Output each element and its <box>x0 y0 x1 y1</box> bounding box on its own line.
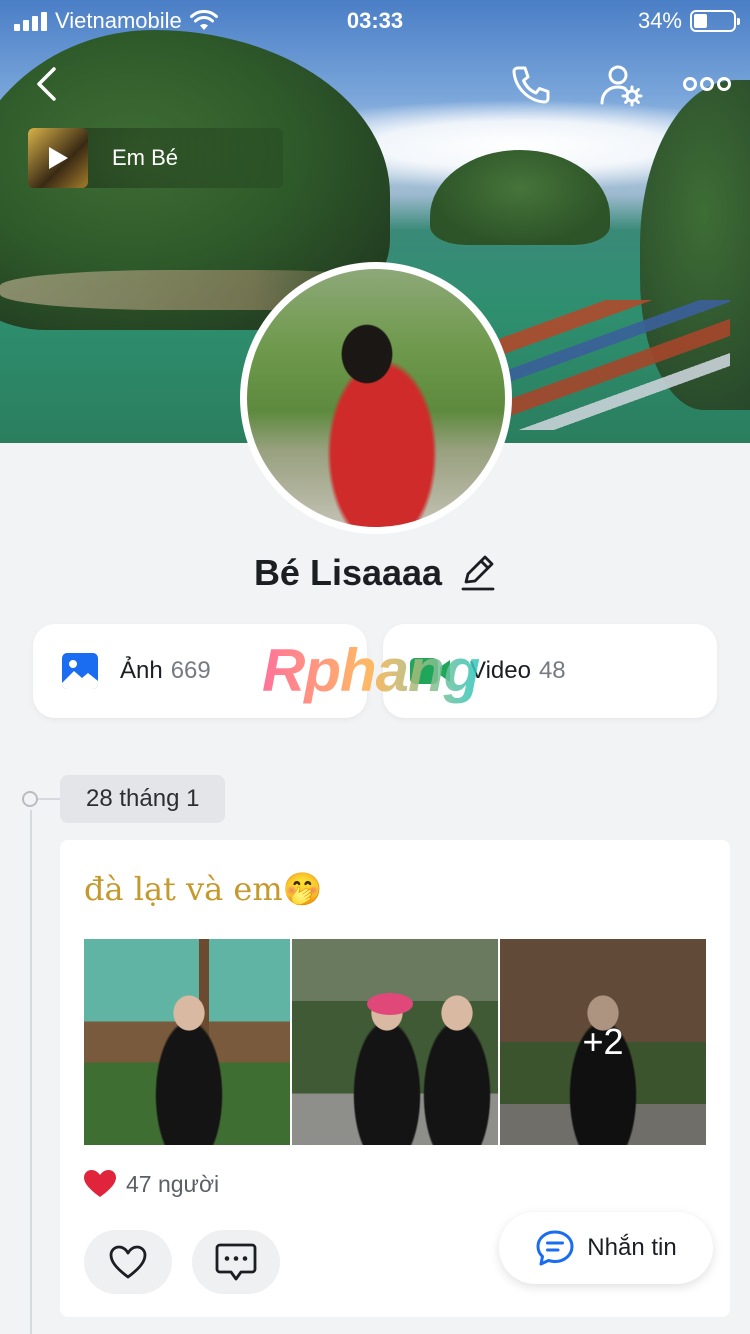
back-button[interactable] <box>24 62 68 106</box>
timeline-line <box>30 810 32 1334</box>
post-photo-3[interactable]: +2 <box>500 939 706 1145</box>
cover-cliff-middle <box>430 150 610 245</box>
play-icon <box>49 147 68 169</box>
photo-subject <box>352 995 422 1145</box>
photo-subject <box>154 995 224 1145</box>
cover-boats <box>500 300 730 430</box>
profile-name: Bé Lisaaaa <box>253 552 443 593</box>
timeline-dot <box>22 791 38 807</box>
post-photo-1[interactable] <box>84 939 290 1145</box>
battery-icon <box>690 10 740 32</box>
photos-label: Ảnh <box>120 657 163 684</box>
heart-icon <box>84 1170 116 1197</box>
phone-icon <box>512 66 550 104</box>
post-photo-grid: +2 <box>84 939 706 1145</box>
more-photos-overlay: +2 <box>500 939 706 1145</box>
avatar-photo <box>247 269 505 527</box>
more-options-button[interactable] <box>680 64 734 104</box>
profile-avatar[interactable] <box>240 262 512 534</box>
comment-button[interactable] <box>192 1230 280 1294</box>
avatar-person <box>327 324 437 527</box>
watermark: Rphang <box>262 637 480 704</box>
profile-settings-button[interactable] <box>596 62 646 108</box>
like-button[interactable] <box>84 1230 172 1294</box>
videos-count: 48 <box>538 657 566 684</box>
comment-icon <box>215 1243 257 1281</box>
edit-icon[interactable] <box>460 554 496 592</box>
back-icon <box>37 67 56 101</box>
timeline-connector <box>38 798 60 800</box>
call-button[interactable] <box>506 62 556 108</box>
music-title: Em Bé <box>112 145 179 170</box>
image-icon <box>62 653 98 689</box>
send-message-button[interactable]: Nhắn tin <box>499 1212 713 1284</box>
status-bar: Vietnamobile 03:33 34% <box>0 0 750 40</box>
photo-subject-2 <box>422 995 492 1145</box>
chat-icon <box>536 1230 574 1266</box>
send-message-label: Nhắn tin <box>587 1234 677 1261</box>
post-photo-2[interactable] <box>292 939 498 1145</box>
likes-count: 47 người <box>126 1170 220 1197</box>
user-settings-icon <box>600 65 643 107</box>
photos-count: 669 <box>170 657 211 684</box>
heart-outline-icon <box>109 1245 147 1279</box>
profile-music-widget[interactable]: Em Bé <box>28 128 283 188</box>
post-likes[interactable]: 47 người <box>84 1170 219 1198</box>
battery-fill <box>694 14 707 28</box>
more-icon <box>683 77 731 91</box>
photo-hat <box>367 993 413 1015</box>
music-thumbnail[interactable] <box>28 128 88 188</box>
timeline-date: 28 tháng 1 <box>60 775 226 823</box>
post-caption: đà lạt và em🤭 <box>84 870 323 908</box>
profile-name-row: Bé Lisaaaa <box>0 552 750 594</box>
battery-percent: 34% <box>637 8 682 33</box>
